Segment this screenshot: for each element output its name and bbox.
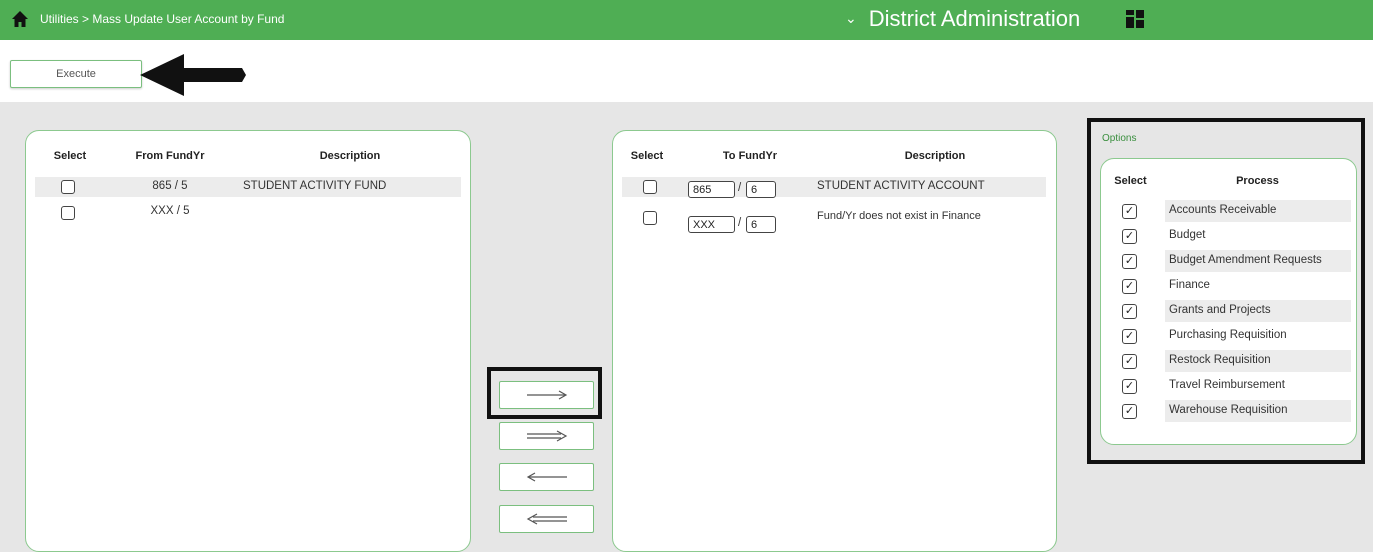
option-checkbox[interactable]: ✓ [1122, 304, 1137, 319]
option-label: Budget [1169, 229, 1206, 241]
district-name: District Administration [868, 6, 1081, 31]
option-label: Restock Requisition [1169, 354, 1271, 366]
to-fund-input[interactable]: XXX [688, 216, 735, 233]
to-year-input[interactable]: 6 [746, 216, 776, 233]
option-checkbox[interactable]: ✓ [1122, 404, 1137, 419]
top-bar: Utilities > Mass Update User Account by … [0, 0, 1373, 40]
to-fund-header: To FundYr [722, 150, 778, 162]
option-checkbox[interactable]: ✓ [1122, 354, 1137, 369]
from-fund-cell: 865 / 5 [152, 180, 188, 192]
option-label: Accounts Receivable [1169, 204, 1277, 216]
option-label: Warehouse Requisition [1169, 404, 1288, 416]
home-icon[interactable] [10, 9, 30, 29]
to-desc-header: Description [904, 150, 966, 162]
to-fund-separator: / [738, 182, 742, 194]
from-desc-header: Description [319, 150, 381, 162]
options-title: Options [1102, 133, 1137, 144]
to-desc-cell: STUDENT ACTIVITY ACCOUNT [817, 180, 985, 192]
to-fund-input[interactable]: 865 [688, 181, 735, 198]
option-checkbox[interactable]: ✓ [1122, 379, 1137, 394]
move-all-left-button[interactable] [499, 505, 594, 533]
to-fund-separator: / [738, 217, 742, 229]
from-row-checkbox[interactable] [61, 180, 75, 194]
option-checkbox[interactable]: ✓ [1122, 279, 1137, 294]
option-label: Grants and Projects [1169, 304, 1271, 316]
grid-icon[interactable] [1125, 9, 1145, 29]
option-checkbox[interactable]: ✓ [1122, 329, 1137, 344]
double-arrow-left-icon [526, 513, 567, 525]
option-checkbox[interactable]: ✓ [1122, 229, 1137, 244]
chevron-down-icon[interactable]: ⌄ [845, 10, 857, 27]
execute-button[interactable]: Execute [10, 60, 142, 88]
from-select-header: Select [53, 150, 87, 162]
to-desc-cell: Fund/Yr does not exist in Finance [817, 210, 981, 222]
to-row-checkbox[interactable] [643, 211, 657, 225]
options-process-header: Process [1236, 175, 1279, 187]
move-selected-left-button[interactable] [499, 463, 594, 491]
option-checkbox[interactable]: ✓ [1122, 254, 1137, 269]
annotation-arrow-icon [140, 54, 246, 96]
options-select-header: Select [1114, 175, 1147, 187]
from-desc-cell: STUDENT ACTIVITY FUND [243, 180, 387, 192]
move-all-right-button[interactable] [499, 422, 594, 450]
breadcrumb[interactable]: Utilities > Mass Update User Account by … [40, 12, 284, 26]
from-fund-header: From FundYr [135, 150, 205, 162]
to-select-header: Select [630, 150, 664, 162]
option-label: Travel Reimbursement [1169, 379, 1285, 391]
option-label: Budget Amendment Requests [1169, 254, 1322, 266]
option-label: Purchasing Requisition [1169, 329, 1287, 341]
option-checkbox[interactable]: ✓ [1122, 204, 1137, 219]
option-label: Finance [1169, 279, 1210, 291]
double-arrow-right-icon [526, 430, 567, 442]
arrow-left-icon [526, 472, 567, 482]
to-row-checkbox[interactable] [643, 180, 657, 194]
from-fund-cell: XXX / 5 [150, 205, 190, 217]
to-year-input[interactable]: 6 [746, 181, 776, 198]
from-row-checkbox[interactable] [61, 206, 75, 220]
district-selector[interactable]: ⌄ District Administration [845, 6, 1080, 32]
annotation-highlight-box [487, 367, 602, 419]
